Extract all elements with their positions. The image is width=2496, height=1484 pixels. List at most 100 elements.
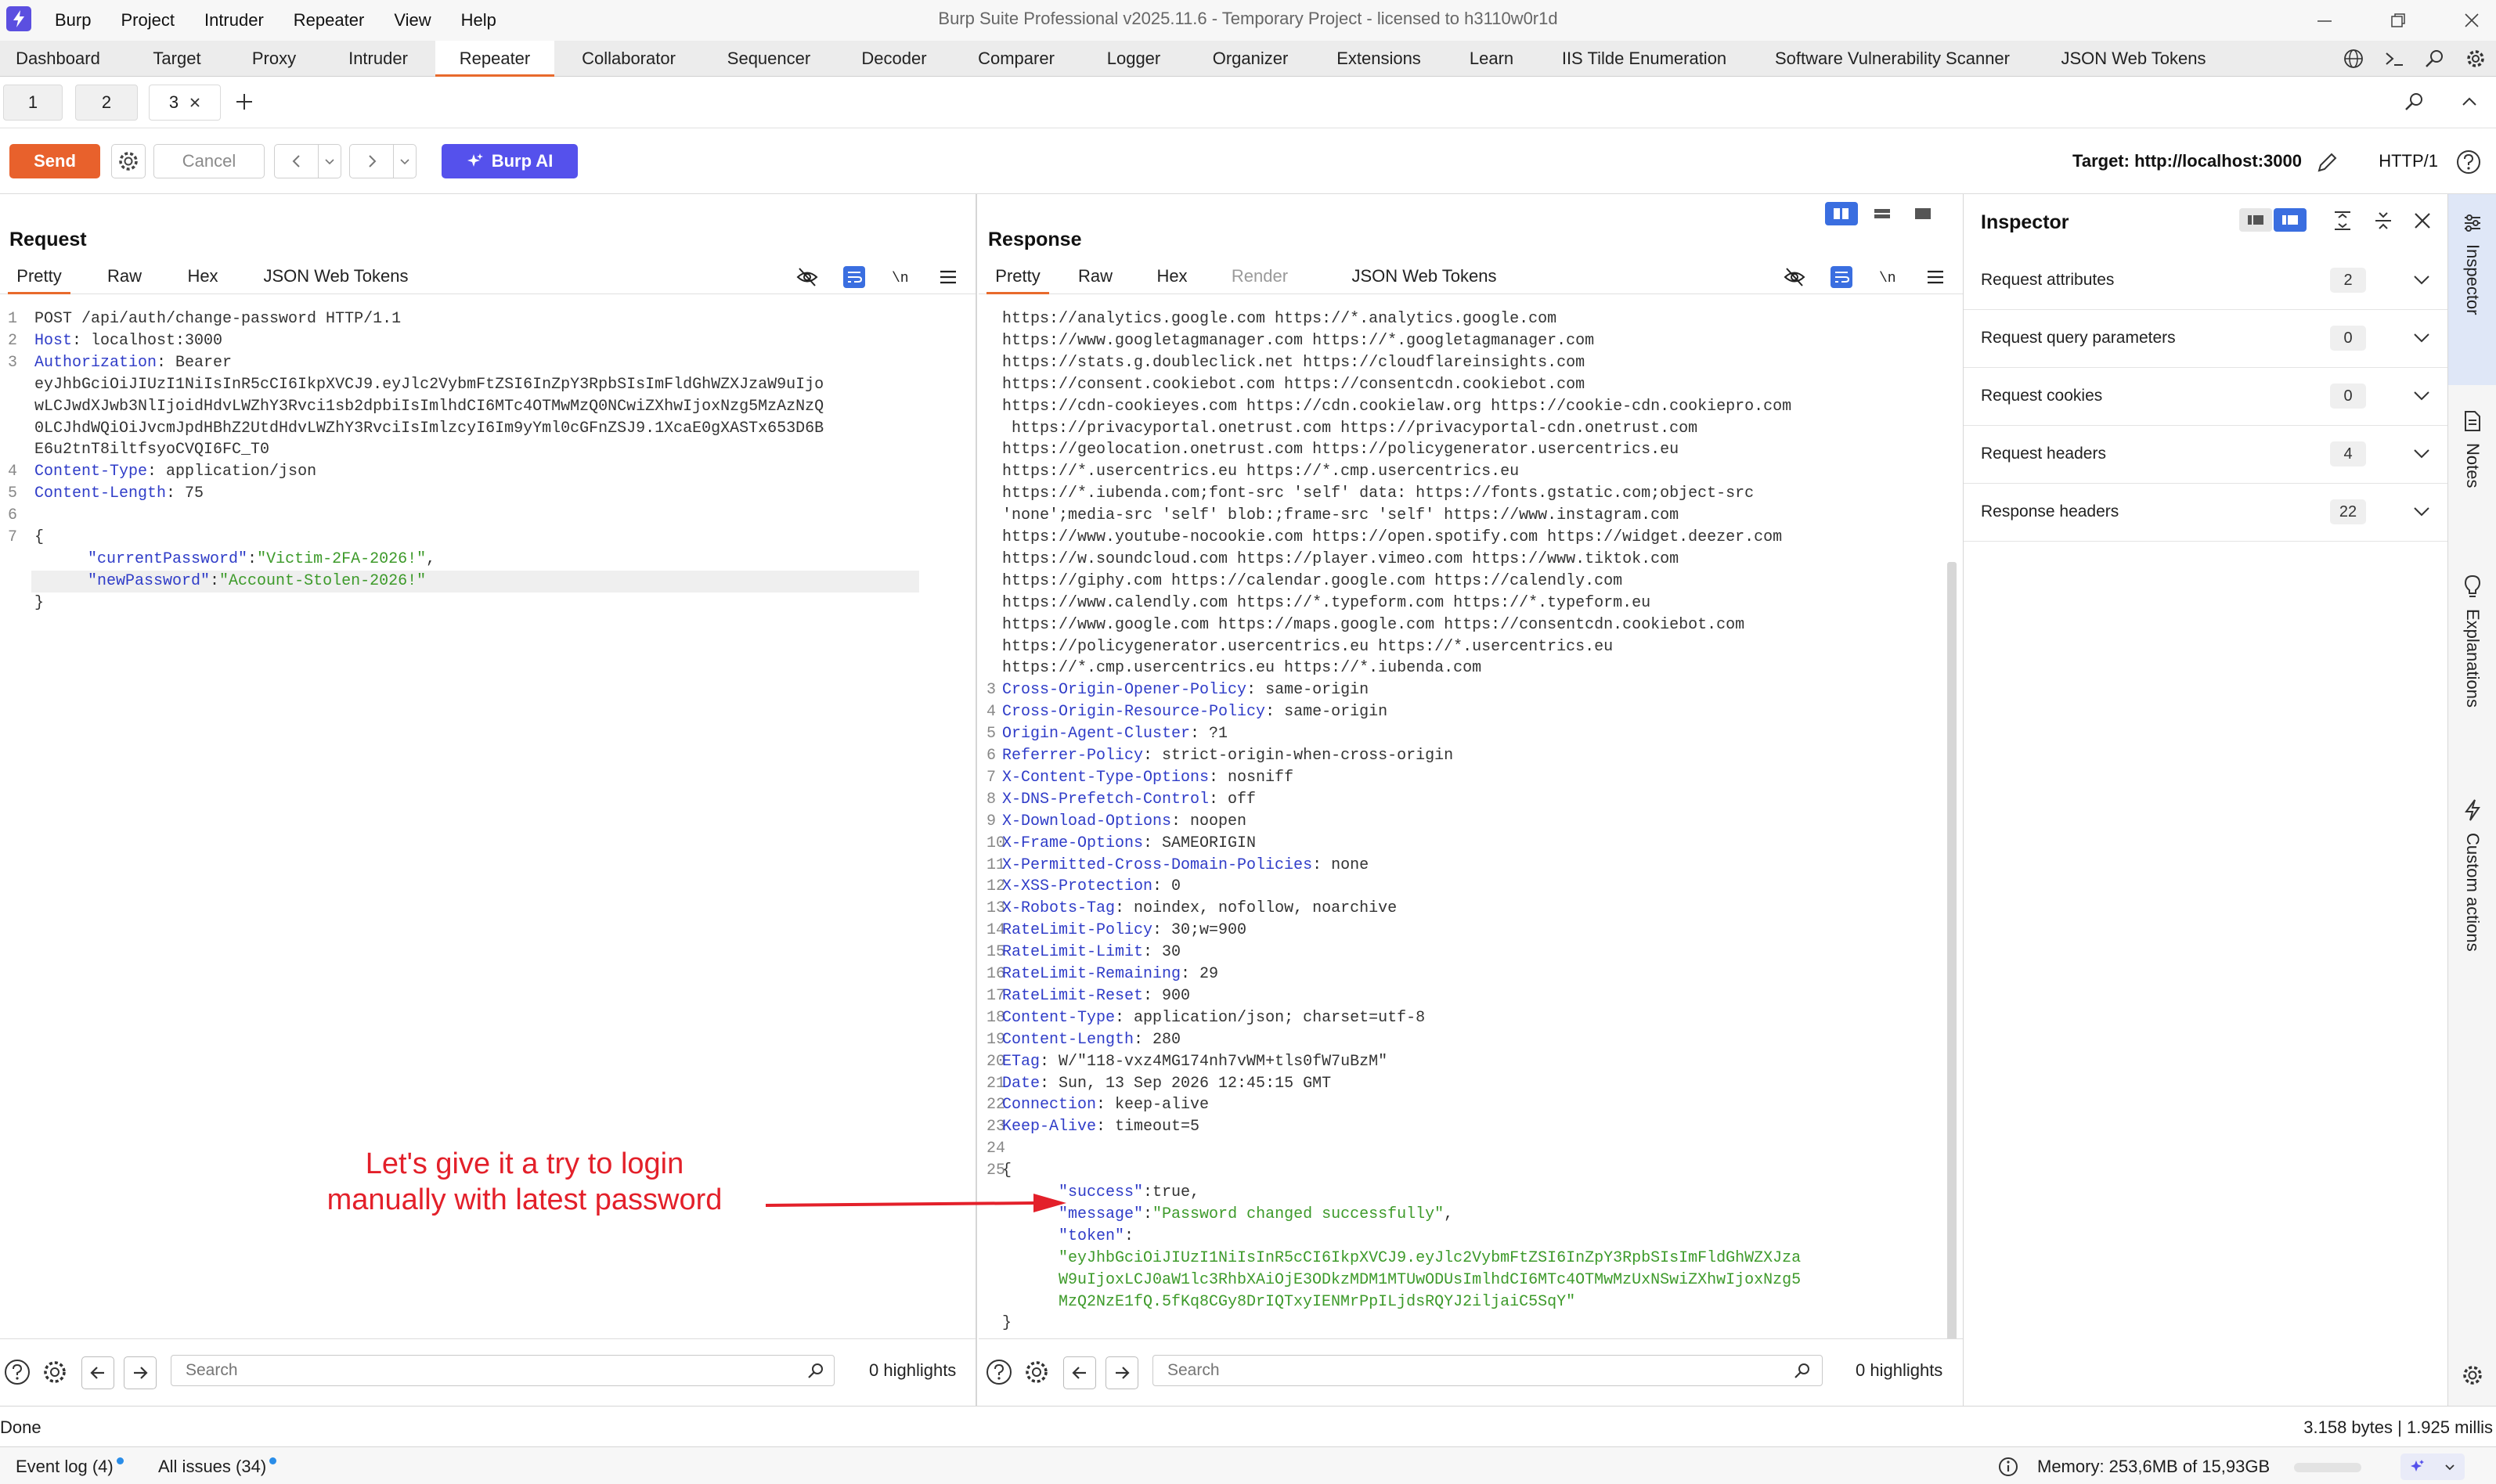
edit-target-pencil-icon[interactable] xyxy=(2316,150,2339,174)
hide-eye-icon[interactable] xyxy=(1783,265,1806,289)
burp-ai-status[interactable] xyxy=(2400,1453,2465,1480)
tab-collaborator[interactable]: Collaborator xyxy=(568,41,689,77)
forward-dropdown-icon[interactable] xyxy=(394,145,416,178)
rail-custom-actions[interactable]: Custom actions xyxy=(2448,798,2496,952)
response-tab-pretty[interactable]: Pretty xyxy=(986,258,1049,294)
hide-eye-icon[interactable] xyxy=(795,265,819,289)
settings-gear-icon[interactable] xyxy=(2465,48,2487,70)
tab-proxy[interactable]: Proxy xyxy=(235,41,313,77)
response-line: "message":"Password changed successfully… xyxy=(1059,1204,1453,1226)
tab-dashboard[interactable]: Dashboard xyxy=(0,41,116,77)
add-tab-icon[interactable] xyxy=(233,91,255,113)
terminal-icon[interactable] xyxy=(2383,48,2405,70)
collapse-all-icon[interactable] xyxy=(2372,210,2394,232)
tab-intruder[interactable]: Intruder xyxy=(329,41,427,77)
response-editor[interactable]: https://analytics.google.com https://*.a… xyxy=(979,301,1963,1484)
inspector-panel-view-icon[interactable] xyxy=(2274,208,2307,232)
send-button[interactable]: Send xyxy=(9,144,100,178)
send-settings-gear-icon[interactable] xyxy=(111,144,146,178)
repeater-tab-3[interactable]: 3 xyxy=(149,85,221,121)
inspector-row-cookies[interactable]: Request cookies 0 xyxy=(1964,368,2447,426)
response-scrollbar[interactable] xyxy=(1947,562,1957,1345)
close-tab-icon[interactable] xyxy=(189,97,200,108)
tab-json-web-tokens[interactable]: JSON Web Tokens xyxy=(2048,41,2219,77)
inspector-row-response-headers[interactable]: Response headers 22 xyxy=(1964,484,2447,542)
response-tab-jwt[interactable]: JSON Web Tokens xyxy=(1344,258,1505,294)
request-tab-pretty[interactable]: Pretty xyxy=(8,258,70,294)
rail-notes[interactable]: Notes xyxy=(2448,410,2496,488)
next-match-arrow-icon[interactable] xyxy=(1106,1356,1138,1389)
response-search-input[interactable] xyxy=(1152,1355,1823,1386)
response-line: 'none';media-src 'self' blob:;frame-src … xyxy=(1002,505,1679,527)
inspector-row-query-parameters[interactable]: Request query parameters 0 xyxy=(1964,310,2447,368)
tab-extensions[interactable]: Extensions xyxy=(1326,41,1431,77)
close-window-icon[interactable] xyxy=(2463,12,2480,29)
previous-match-arrow-icon[interactable] xyxy=(81,1356,114,1389)
response-tab-hex[interactable]: Hex xyxy=(1148,258,1196,294)
back-arrow-icon[interactable] xyxy=(275,145,319,178)
inspector-row-request-attributes[interactable]: Request attributes 2 xyxy=(1964,252,2447,310)
next-match-arrow-icon[interactable] xyxy=(124,1356,157,1389)
tab-repeater[interactable]: Repeater xyxy=(435,41,554,77)
request-tab-hex[interactable]: Hex xyxy=(179,258,227,294)
tab-decoder[interactable]: Decoder xyxy=(849,41,940,77)
layout-stacked-icon[interactable] xyxy=(1866,202,1899,225)
response-tab-raw[interactable]: Raw xyxy=(1071,258,1120,294)
inspector-list-view-icon[interactable] xyxy=(2239,208,2272,232)
help-icon[interactable] xyxy=(985,1358,1013,1386)
newline-toggle-icon[interactable]: \n xyxy=(889,265,913,289)
protocol-label[interactable]: HTTP/1 xyxy=(2379,144,2438,178)
rail-inspector[interactable]: Inspector xyxy=(2448,194,2496,385)
repeater-tab-1[interactable]: 1 xyxy=(3,85,63,121)
expand-all-icon[interactable] xyxy=(2332,210,2354,232)
request-search-input[interactable] xyxy=(171,1355,835,1386)
event-log-link[interactable]: Event log (4) xyxy=(16,1457,124,1477)
back-dropdown-icon[interactable] xyxy=(319,145,341,178)
response-search-bar: 0 highlights xyxy=(979,1338,1963,1406)
search-icon[interactable] xyxy=(2424,48,2446,70)
request-tab-jwt[interactable]: JSON Web Tokens xyxy=(255,258,417,294)
tab-learn[interactable]: Learn xyxy=(1456,41,1527,77)
response-tab-render[interactable]: Render xyxy=(1223,258,1297,294)
search-settings-gear-icon[interactable] xyxy=(1023,1358,1051,1386)
tab-organizer[interactable]: Organizer xyxy=(1199,41,1301,77)
forward-arrow-icon[interactable] xyxy=(350,145,394,178)
all-issues-link[interactable]: All issues (34) xyxy=(158,1457,277,1477)
restore-icon[interactable] xyxy=(2390,12,2407,29)
tab-iis-tilde[interactable]: IIS Tilde Enumeration xyxy=(1552,41,1737,77)
previous-match-arrow-icon[interactable] xyxy=(1063,1356,1096,1389)
layout-tabs-icon[interactable] xyxy=(1906,202,1939,225)
layout-toggle xyxy=(1825,202,1939,225)
response-line: Content-Length: 280 xyxy=(1002,1029,1181,1051)
tab-target[interactable]: Target xyxy=(132,41,222,77)
burp-ai-button[interactable]: Burp AI xyxy=(442,144,578,178)
header-value: : timeout=5 xyxy=(1096,1118,1200,1136)
inspector-row-request-headers[interactable]: Request headers 4 xyxy=(1964,426,2447,484)
tab-logger[interactable]: Logger xyxy=(1093,41,1174,77)
chevron-up-icon[interactable] xyxy=(2460,92,2479,111)
search-tabs-icon[interactable] xyxy=(2404,91,2426,113)
editor-menu-icon[interactable] xyxy=(936,265,960,289)
help-icon[interactable] xyxy=(2455,149,2482,175)
rail-settings-gear-icon[interactable] xyxy=(2461,1363,2484,1387)
tab-sequencer[interactable]: Sequencer xyxy=(714,41,824,77)
close-inspector-icon[interactable] xyxy=(2413,211,2432,230)
repeater-tab-2[interactable]: 2 xyxy=(75,85,138,121)
editor-menu-icon[interactable] xyxy=(1924,265,1947,289)
newline-toggle-icon[interactable]: \n xyxy=(1877,265,1900,289)
cancel-button[interactable]: Cancel xyxy=(153,144,265,178)
help-icon[interactable] xyxy=(3,1358,31,1386)
chevron-down-icon xyxy=(2411,443,2432,463)
minimize-icon[interactable] xyxy=(2316,12,2333,29)
request-editor[interactable]: 1 POST /api/auth/change-password HTTP/1.1… xyxy=(0,301,976,1484)
globe-icon[interactable] xyxy=(2343,48,2364,70)
rail-explanations[interactable]: Explanations xyxy=(2448,575,2496,708)
wrap-lines-icon[interactable] xyxy=(842,265,866,289)
search-settings-gear-icon[interactable] xyxy=(41,1358,69,1386)
tab-comparer[interactable]: Comparer xyxy=(965,41,1068,77)
tab-software-vuln-scanner[interactable]: Software Vulnerability Scanner xyxy=(1762,41,2023,77)
request-line: POST /api/auth/change-password HTTP/1.1 xyxy=(34,308,401,330)
layout-side-by-side-icon[interactable] xyxy=(1825,202,1858,225)
request-tab-raw[interactable]: Raw xyxy=(100,258,149,294)
wrap-lines-icon[interactable] xyxy=(1830,265,1853,289)
